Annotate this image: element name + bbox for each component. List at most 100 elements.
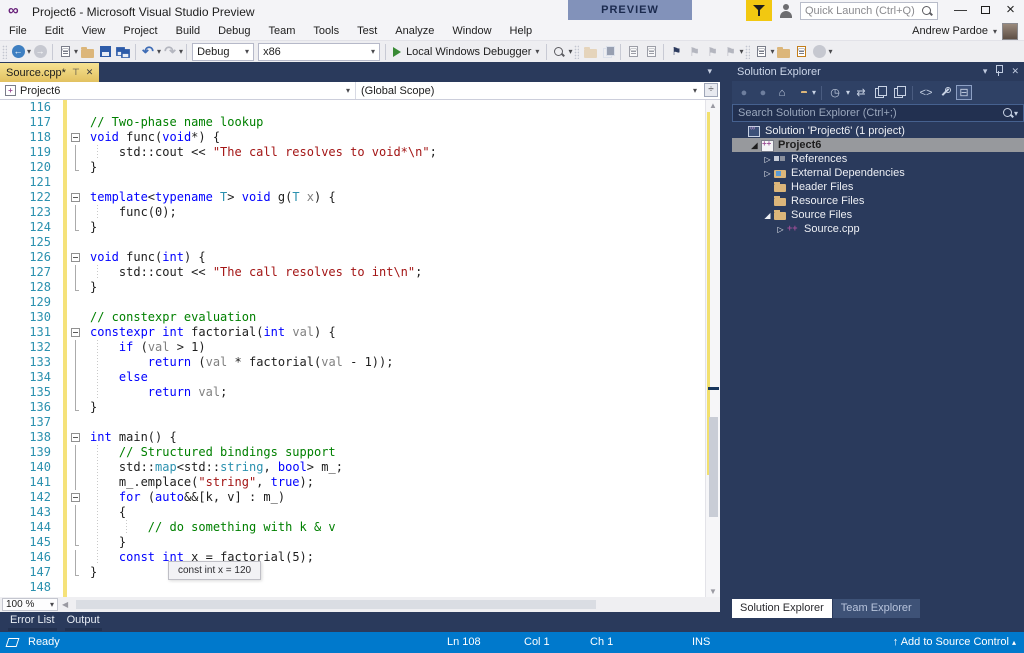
- code-line[interactable]: 122template<typename T> void g(T x) {: [0, 190, 720, 205]
- code-line[interactable]: 126void func(int) {: [0, 250, 720, 265]
- uncomment-button[interactable]: [642, 43, 660, 61]
- close-button[interactable]: ×: [998, 0, 1023, 22]
- expand-icon[interactable]: ▷: [762, 155, 773, 164]
- solution-configuration-combo[interactable]: Debug▾: [192, 43, 254, 61]
- split-editor-handle[interactable]: ÷: [704, 83, 718, 97]
- new-item-button[interactable]: [774, 43, 792, 61]
- code-line[interactable]: 131constexpr int factorial(int val) {: [0, 325, 720, 340]
- horizontal-scrollbar[interactable]: [72, 597, 720, 612]
- navigate-forward-button[interactable]: →: [31, 43, 49, 61]
- redo-button[interactable]: ↷: [161, 43, 179, 61]
- properties-wrench-button[interactable]: [937, 86, 953, 100]
- collapse-all-button[interactable]: ⊟: [956, 85, 972, 100]
- close-icon[interactable]: ✕: [86, 67, 94, 78]
- code-line[interactable]: 145 }: [0, 535, 720, 550]
- code-line[interactable]: 138int main() {: [0, 430, 720, 445]
- pin-icon[interactable]: [995, 65, 1003, 78]
- menu-build[interactable]: Build: [167, 22, 209, 40]
- scroll-down-arrow[interactable]: ▼: [706, 587, 720, 596]
- task-list-button[interactable]: [792, 43, 810, 61]
- collapse-region-button[interactable]: [71, 133, 80, 142]
- window-position-dropdown[interactable]: ▾: [983, 66, 988, 77]
- scrollbar-thumb[interactable]: [76, 600, 596, 609]
- panel-tab-error-list[interactable]: Error List: [8, 612, 57, 628]
- undo-button[interactable]: ↶: [139, 43, 157, 61]
- tree-item-header-files[interactable]: Header Files: [732, 180, 1024, 194]
- zoom-level-combo[interactable]: 100 % ▾: [2, 598, 58, 611]
- add-to-source-control-button[interactable]: ↑ Add to Source Control ▴: [893, 636, 1016, 648]
- global-scope-combo[interactable]: (Global Scope) ▾: [356, 82, 702, 99]
- code-line[interactable]: 116: [0, 100, 720, 115]
- menu-team[interactable]: Team: [260, 22, 305, 40]
- switch-views-dropdown[interactable]: ▾: [812, 88, 816, 97]
- open-file-button[interactable]: [78, 43, 96, 61]
- tab-solution-explorer[interactable]: Solution Explorer: [732, 599, 832, 618]
- code-line[interactable]: 136}: [0, 400, 720, 415]
- code-line[interactable]: 125: [0, 235, 720, 250]
- code-line[interactable]: 117// Two-phase name lookup: [0, 115, 720, 130]
- tree-item-external-dependencies[interactable]: ▷External Dependencies: [732, 166, 1024, 180]
- code-line[interactable]: 127 std::cout << "The call resolves to i…: [0, 265, 720, 280]
- code-line[interactable]: 120}: [0, 160, 720, 175]
- menu-window[interactable]: Window: [443, 22, 500, 40]
- menu-debug[interactable]: Debug: [209, 22, 259, 40]
- home-icon[interactable]: ⌂: [774, 87, 790, 99]
- panel-tab-output[interactable]: Output: [65, 612, 102, 628]
- code-line[interactable]: 119 std::cout << "The call resolves to v…: [0, 145, 720, 160]
- code-line[interactable]: 144 // do something with k & v: [0, 520, 720, 535]
- sync-with-active-document-button[interactable]: ⇄: [853, 86, 869, 99]
- menu-tools[interactable]: Tools: [304, 22, 348, 40]
- pending-changes-filter-button[interactable]: ◷: [827, 86, 843, 99]
- code-line[interactable]: 133 return (val * factorial(val - 1));: [0, 355, 720, 370]
- code-line[interactable]: 147}: [0, 565, 720, 580]
- vertical-scrollbar[interactable]: ▲ ▼: [705, 100, 720, 597]
- menu-analyze[interactable]: Analyze: [386, 22, 443, 40]
- restore-button[interactable]: [973, 0, 998, 22]
- scroll-up-arrow[interactable]: ▲: [706, 101, 720, 110]
- toolbar-overflow-dropdown[interactable]: ▾: [828, 47, 832, 56]
- search-options-dropdown[interactable]: ▾: [1014, 109, 1018, 118]
- code-line[interactable]: 141 m_.emplace("string", true);: [0, 475, 720, 490]
- clear-bookmarks-button[interactable]: ⚑: [721, 43, 739, 61]
- code-line[interactable]: 123 func(0);: [0, 205, 720, 220]
- tree-item-source-files[interactable]: ◢Source Files: [732, 208, 1024, 222]
- menu-file[interactable]: File: [0, 22, 36, 40]
- minimize-button[interactable]: —: [948, 0, 973, 22]
- code-line[interactable]: 137: [0, 415, 720, 430]
- collapse-region-button[interactable]: [71, 493, 80, 502]
- code-line[interactable]: 135 return val;: [0, 385, 720, 400]
- menu-view[interactable]: View: [73, 22, 115, 40]
- find-in-files-button[interactable]: [550, 43, 568, 61]
- code-line[interactable]: 129: [0, 295, 720, 310]
- tree-item-solution-project6-1-project-[interactable]: Solution 'Project6' (1 project): [732, 124, 1024, 138]
- menu-test[interactable]: Test: [348, 22, 386, 40]
- code-line[interactable]: 128}: [0, 280, 720, 295]
- back-button[interactable]: ●: [736, 87, 752, 99]
- collapse-region-button[interactable]: [71, 328, 80, 337]
- tab-source-cpp[interactable]: Source.cpp* ⊤ ✕: [0, 63, 99, 82]
- filter-dropdown[interactable]: ▾: [846, 88, 850, 97]
- save-all-button[interactable]: [114, 43, 132, 61]
- tree-item-references[interactable]: ▷References: [732, 152, 1024, 166]
- code-line[interactable]: 121: [0, 175, 720, 190]
- properties-pages-button[interactable]: [891, 86, 907, 100]
- step-over-button[interactable]: [599, 43, 617, 61]
- attach-process-button[interactable]: [581, 43, 599, 61]
- solution-explorer-search-input[interactable]: Search Solution Explorer (Ctrl+;) ▾: [732, 104, 1024, 122]
- feedback-smiley-icon[interactable]: [778, 3, 794, 19]
- start-debugging-button[interactable]: Local Windows Debugger ▾: [389, 46, 543, 58]
- solution-platform-combo[interactable]: x86▾: [258, 43, 380, 61]
- expand-icon[interactable]: ▷: [762, 169, 773, 178]
- code-line[interactable]: 130// constexpr evaluation: [0, 310, 720, 325]
- code-line[interactable]: 142 for (auto&&[k, v] : m_): [0, 490, 720, 505]
- scroll-left-arrow[interactable]: ◀: [62, 600, 68, 609]
- toolbar-grip[interactable]: [2, 45, 7, 59]
- menu-help[interactable]: Help: [501, 22, 542, 40]
- navigate-backward-button[interactable]: ←: [9, 43, 27, 61]
- expand-icon[interactable]: ▷: [775, 225, 786, 234]
- user-account-area[interactable]: Andrew Pardoe ▾: [912, 22, 1018, 40]
- send-feedback-button[interactable]: [746, 0, 772, 21]
- code-line[interactable]: 132 if (val > 1): [0, 340, 720, 355]
- collapse-region-button[interactable]: [71, 193, 80, 202]
- save-button[interactable]: [96, 43, 114, 61]
